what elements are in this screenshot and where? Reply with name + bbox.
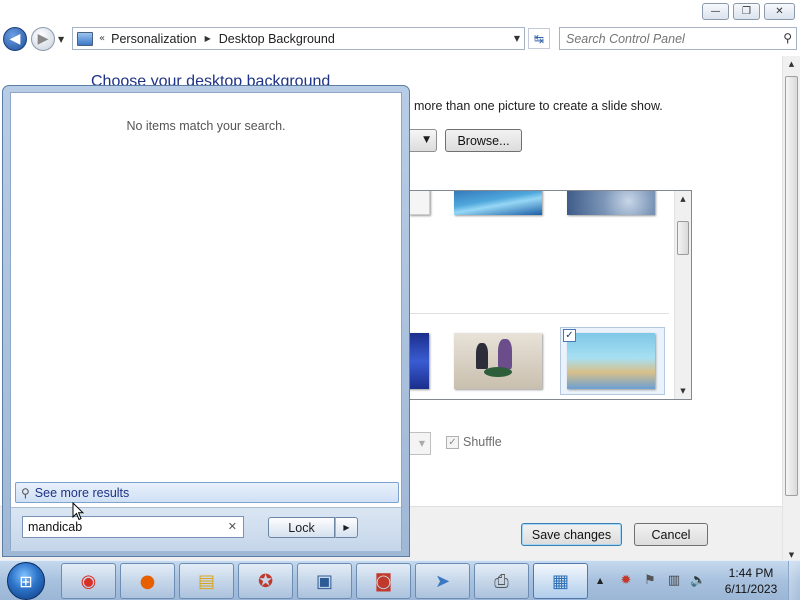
address-bar[interactable]: « Personalization ▶ Desktop Background ▼: [72, 27, 525, 50]
scroll-up-arrow-icon[interactable]: ▲: [783, 56, 800, 73]
control-panel-icon: [77, 31, 93, 46]
taskbar-red-app-button[interactable]: ✪: [238, 563, 293, 599]
shuffle-checkbox[interactable]: ✓: [446, 435, 459, 449]
browse-button[interactable]: Browse...: [445, 129, 522, 152]
taskbar-control-panel-button[interactable]: ▦: [533, 563, 588, 599]
screen-app-icon: ▣: [315, 570, 333, 592]
recorder-icon: ◙: [374, 570, 393, 592]
recent-pages-dropdown[interactable]: ▼: [58, 35, 64, 44]
start-menu: No items match your search. ⚲ See more r…: [2, 85, 410, 557]
gallery-group-divider: [409, 313, 669, 314]
taskbar-firefox-button[interactable]: ●: [120, 563, 175, 599]
red-app-icon: ✪: [257, 570, 274, 592]
forward-button[interactable]: ▶: [31, 27, 55, 51]
explorer-icon: ▤: [197, 570, 215, 592]
dropdown-arrow-icon: ▼: [423, 135, 430, 145]
desktop: — ❐ ✕ ◀ ▶ ▼ « Personalization ▶ Desktop …: [0, 0, 800, 600]
scroll-up-arrow-icon[interactable]: ▲: [675, 191, 691, 207]
no-results-message: No items match your search.: [126, 119, 286, 133]
cancel-button[interactable]: Cancel: [634, 523, 708, 546]
scrollbar-thumb[interactable]: [677, 221, 689, 255]
thumbnail-checkbox[interactable]: ✓: [563, 329, 576, 342]
taskbar-mail-plane-button[interactable]: ➤: [415, 563, 470, 599]
start-search-input[interactable]: [23, 517, 218, 537]
wallpaper-thumbnail[interactable]: [409, 191, 430, 215]
instruction-text: more than one picture to create a slide …: [414, 99, 663, 113]
flag-icon[interactable]: ⚑: [642, 573, 658, 589]
taskbar-screen-app-button[interactable]: ▣: [297, 563, 352, 599]
refresh-button[interactable]: ↹: [528, 28, 550, 49]
address-dropdown-arrow-icon[interactable]: ▼: [514, 34, 520, 43]
breadcrumb-overflow-chevron[interactable]: «: [99, 33, 105, 44]
clear-search-icon[interactable]: ✕: [228, 520, 237, 533]
breadcrumb-desktop-background[interactable]: Desktop Background: [219, 32, 335, 46]
system-clock[interactable]: 1:44 PM 6/11/2023: [718, 565, 784, 597]
wallpaper-thumbnail[interactable]: [454, 333, 542, 389]
magnifier-icon: ⚲: [21, 485, 30, 500]
clock-time: 1:44 PM: [728, 566, 774, 580]
lock-button[interactable]: Lock: [268, 517, 335, 538]
wallpaper-thumbnail-selected[interactable]: [567, 333, 655, 389]
security-icon[interactable]: ✹: [618, 573, 634, 589]
search-icon[interactable]: ⚲: [783, 31, 792, 45]
wallpaper-gallery: ✓ ▲ ▼: [400, 190, 692, 400]
shutdown-options-arrow-icon[interactable]: ▶: [335, 517, 358, 538]
save-changes-button[interactable]: Save changes: [521, 523, 622, 546]
shuffle-label: Shuffle: [463, 435, 502, 449]
taskbar: ⊞ ◉ ● ▤ ✪ ▣ ◙ ➤ ⎙ ▦ ▲ ✹ ⚑ ▥ 🔈 1:44 PM 6/11/2023: [0, 560, 800, 600]
start-menu-bottom-bar: ✕ Lock ▶: [11, 507, 401, 551]
breadcrumb-personalization[interactable]: Personalization: [111, 32, 196, 46]
dropdown-arrow-icon: ▼: [418, 439, 425, 448]
clock-date: 6/11/2023: [724, 582, 778, 596]
see-more-results-label: See more results: [34, 485, 130, 500]
taskbar-recorder-button[interactable]: ◙: [356, 563, 411, 599]
shuffle-option[interactable]: ✓ Shuffle: [446, 435, 502, 449]
back-button[interactable]: ◀: [3, 27, 27, 51]
page-scrollbar[interactable]: ▲ ▼: [782, 56, 800, 564]
search-results-pane: No items match your search. ⚲ See more r…: [10, 92, 402, 551]
fax-icon: ⎙: [494, 570, 509, 592]
navigation-bar: ◀ ▶ ▼ « Personalization ▶ Desktop Backgr…: [0, 24, 800, 56]
search-control-panel-input[interactable]: [560, 28, 770, 49]
start-search-box[interactable]: ✕: [22, 516, 244, 538]
network-icon[interactable]: ▥: [666, 573, 682, 589]
scrollbar-thumb[interactable]: [785, 76, 798, 496]
see-more-results-link[interactable]: ⚲ See more results: [15, 482, 399, 503]
taskbar-fax-button[interactable]: ⎙: [474, 563, 529, 599]
start-button[interactable]: ⊞: [7, 562, 45, 600]
mouse-cursor-icon: [72, 502, 84, 521]
search-control-panel-box[interactable]: ⚲: [559, 27, 797, 50]
show-desktop-button[interactable]: [788, 561, 800, 600]
firefox-icon: ●: [139, 570, 156, 592]
wallpaper-thumbnail[interactable]: [567, 191, 655, 215]
taskbar-chrome-button[interactable]: ◉: [61, 563, 116, 599]
taskbar-explorer-button[interactable]: ▤: [179, 563, 234, 599]
chrome-icon: ◉: [80, 570, 97, 592]
volume-icon[interactable]: 🔈: [690, 573, 706, 589]
show-hidden-icons-arrow-icon[interactable]: ▲: [597, 576, 603, 585]
close-button[interactable]: ✕: [764, 3, 795, 20]
mail-plane-icon: ➤: [434, 570, 451, 592]
breadcrumb-separator-arrow-icon[interactable]: ▶: [205, 34, 211, 43]
scroll-down-arrow-icon[interactable]: ▼: [675, 383, 691, 399]
restore-button[interactable]: ❐: [733, 3, 760, 20]
wallpaper-thumbnail[interactable]: [454, 191, 542, 215]
gallery-scrollbar[interactable]: ▲ ▼: [674, 191, 691, 399]
minimize-button[interactable]: —: [702, 3, 729, 20]
window-titlebar: — ❐ ✕: [0, 0, 800, 24]
control-panel-icon: ▦: [551, 570, 569, 592]
